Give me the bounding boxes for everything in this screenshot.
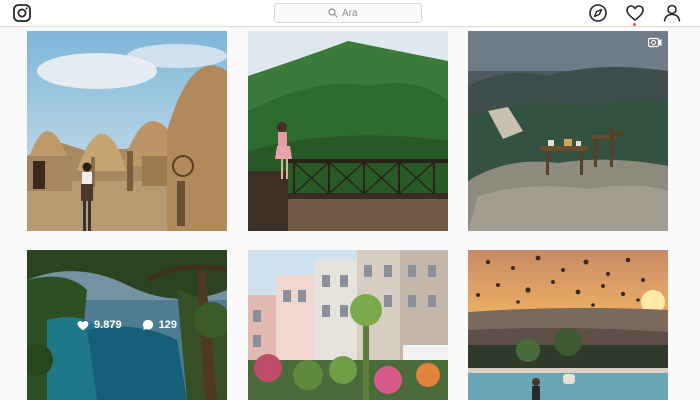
notification-dot xyxy=(633,23,636,26)
post-image xyxy=(248,250,448,400)
post-tile[interactable] xyxy=(468,31,668,231)
heart-icon[interactable] xyxy=(625,3,645,23)
top-nav-bar xyxy=(0,0,700,27)
search-input[interactable] xyxy=(342,7,368,19)
likes-count: 9.879 xyxy=(94,319,122,331)
compass-icon[interactable] xyxy=(588,3,608,23)
post-image xyxy=(468,31,668,231)
post-image xyxy=(468,250,668,400)
user-icon[interactable] xyxy=(662,3,682,23)
comments-stat: 129 xyxy=(142,319,177,331)
comment-bubble-icon xyxy=(142,319,153,331)
heart-icon xyxy=(77,320,89,330)
post-tile[interactable] xyxy=(27,31,227,231)
hover-overlay[interactable]: 9.879 129 xyxy=(27,250,227,400)
video-camera-icon xyxy=(648,37,662,48)
post-tile[interactable] xyxy=(468,250,668,400)
post-tile[interactable] xyxy=(248,250,448,400)
post-tile[interactable] xyxy=(248,31,448,231)
search-box[interactable] xyxy=(274,3,422,23)
comments-count: 129 xyxy=(158,319,177,331)
post-image xyxy=(27,31,227,231)
post-tile[interactable]: 9.879 129 xyxy=(27,250,227,400)
instagram-logo-icon[interactable] xyxy=(12,3,32,23)
likes-stat: 9.879 xyxy=(77,319,122,331)
search-icon xyxy=(328,8,338,18)
post-image xyxy=(248,31,448,231)
